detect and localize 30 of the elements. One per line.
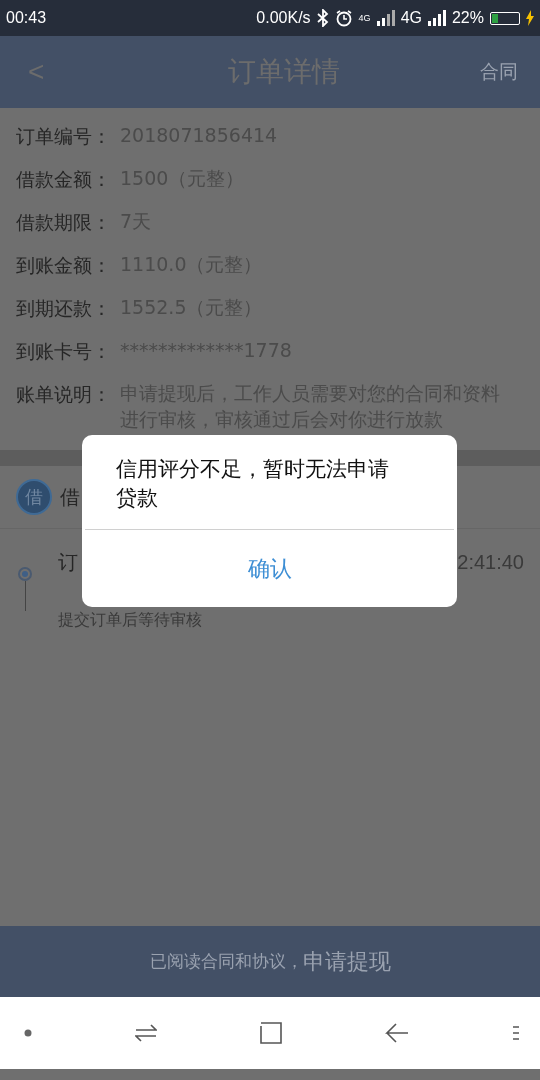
dot-icon[interactable]: [24, 1029, 32, 1037]
timeline-title: 订: [58, 549, 78, 576]
battery-percent: 22%: [451, 9, 484, 27]
clock-time: 00:43: [6, 9, 47, 27]
confirm-button[interactable]: 确认: [82, 530, 457, 607]
alarm-icon: [334, 9, 353, 27]
switch-icon[interactable]: [135, 1022, 157, 1044]
submit-button[interactable]: 已阅读合同和协议，申请提现: [0, 926, 540, 997]
back-icon[interactable]: [385, 1021, 409, 1045]
field-label: 到期还款：: [16, 296, 112, 321]
contract-link[interactable]: 合同: [480, 59, 518, 85]
network-speed: 0.00K/s: [256, 9, 311, 27]
home-icon[interactable]: [260, 1022, 282, 1044]
field-label: 到账金额：: [16, 253, 112, 278]
lightning-icon: [526, 10, 534, 26]
field-label: 订单编号：: [16, 124, 112, 149]
signal-icon: [376, 10, 395, 26]
bluetooth-icon: [316, 9, 329, 27]
signal-icon: [427, 10, 446, 26]
dialog-message: 信用评分不足，暂时无法申请贷款: [115, 456, 390, 512]
field-label: 借款金额：: [16, 167, 112, 192]
battery-icon: [490, 11, 520, 25]
network-type: 4G: [400, 9, 422, 27]
loan-badge: 借: [16, 479, 52, 515]
field-label: 账单说明：: [16, 382, 112, 407]
field-label: 到账卡号：: [16, 339, 112, 364]
menu-icon[interactable]: [512, 1025, 520, 1041]
network-type: 4G: [358, 13, 371, 23]
field-label: 借款期限：: [16, 210, 112, 235]
section-title: 借: [60, 483, 80, 511]
